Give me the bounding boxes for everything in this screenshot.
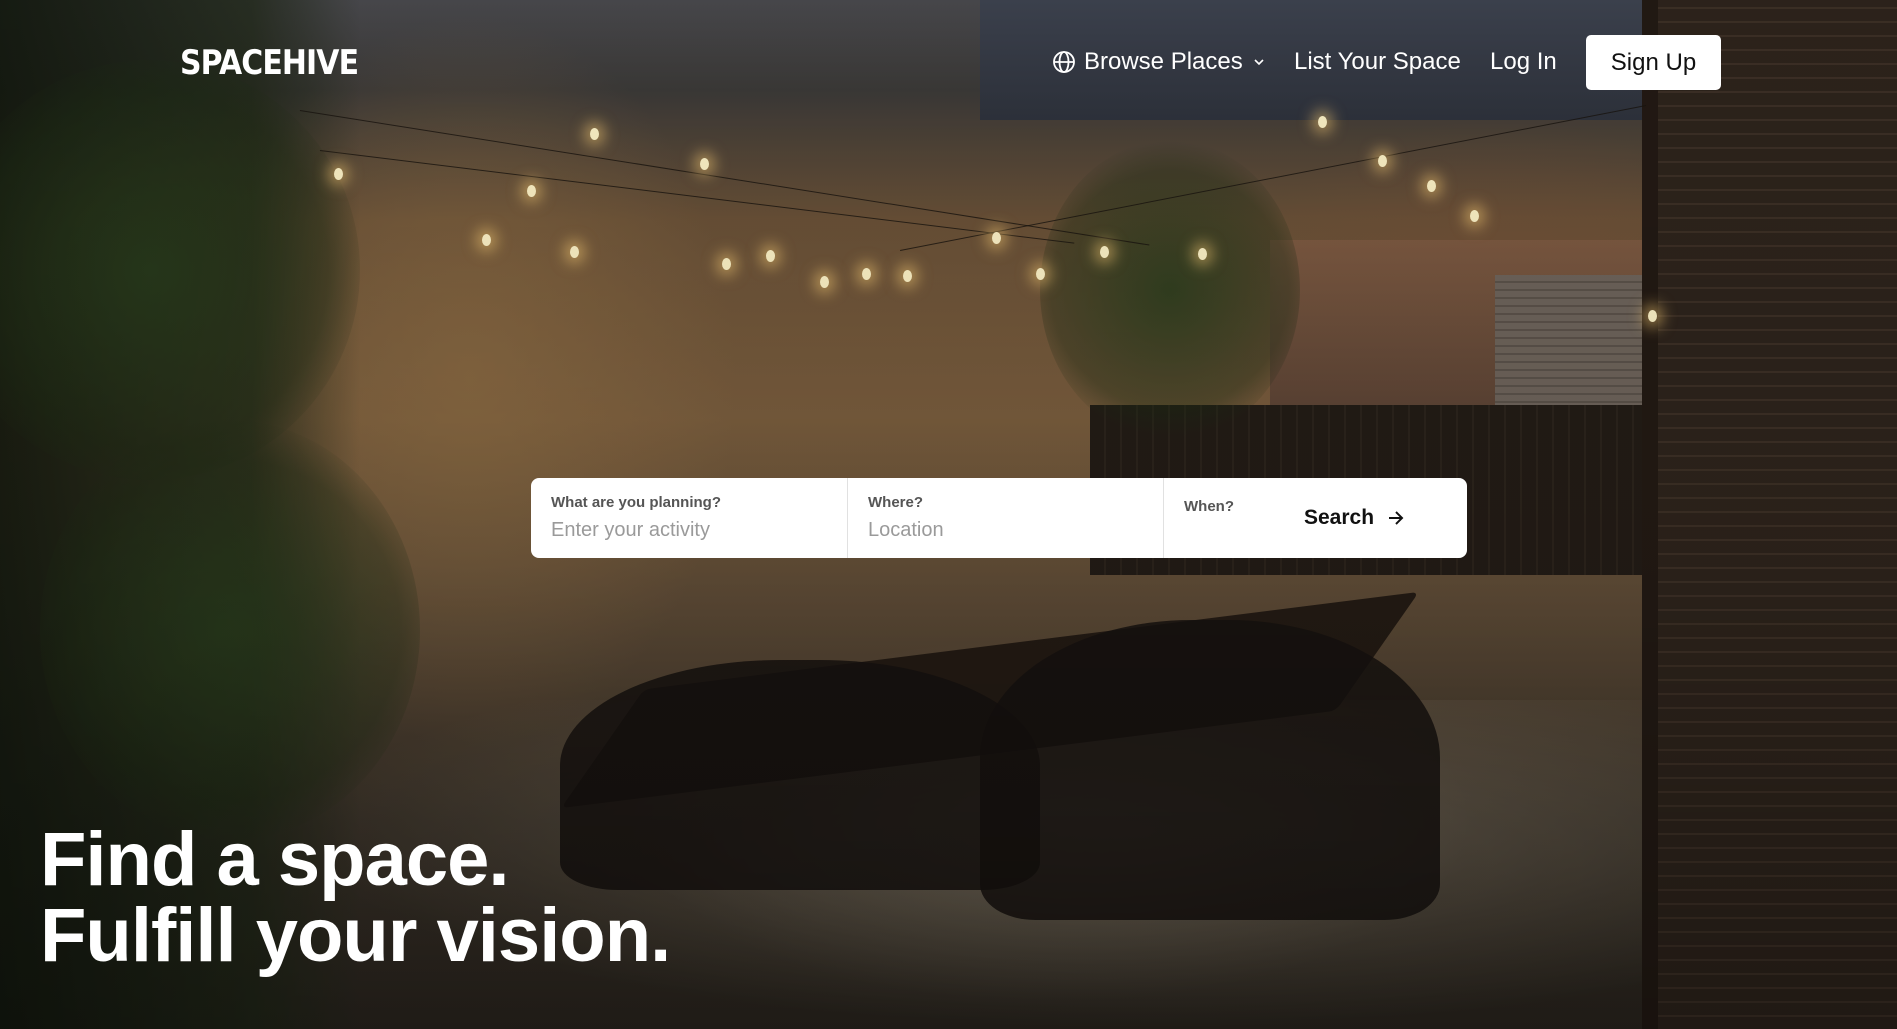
activity-segment[interactable]: What are you planning? [531,478,847,558]
location-label: Where? [868,494,924,511]
hero-headline: Find a space. Fulfill your vision. [40,817,671,978]
list-your-space-link[interactable]: List Your Space [1294,48,1461,76]
site-header: SPACEHIVE Browse Places List Your Space … [0,0,1897,130]
date-segment[interactable]: When? Search [1163,478,1467,558]
search-bar: What are you planning? Where? When? Sear… [531,478,1467,558]
log-in-link[interactable]: Log In [1490,48,1557,76]
activity-input[interactable] [551,519,821,542]
headline-line-1: Find a space. [40,817,510,902]
headline-line-2: Fulfill your vision. [40,893,671,978]
browse-places-label: Browse Places [1084,48,1243,75]
spacehive-logo[interactable]: SPACEHIVE [180,43,359,83]
search-button[interactable]: Search [1304,500,1406,536]
search-button-label: Search [1304,506,1375,529]
location-input[interactable] [868,519,1138,542]
browse-places-menu[interactable]: Browse Places [1052,48,1265,76]
globe-icon [1053,51,1075,73]
sign-up-button[interactable]: Sign Up [1586,35,1721,90]
activity-label: What are you planning? [551,494,722,511]
location-segment[interactable]: Where? [847,478,1163,558]
chevron-down-icon [1254,59,1264,66]
arrow-right-icon [1389,511,1404,525]
